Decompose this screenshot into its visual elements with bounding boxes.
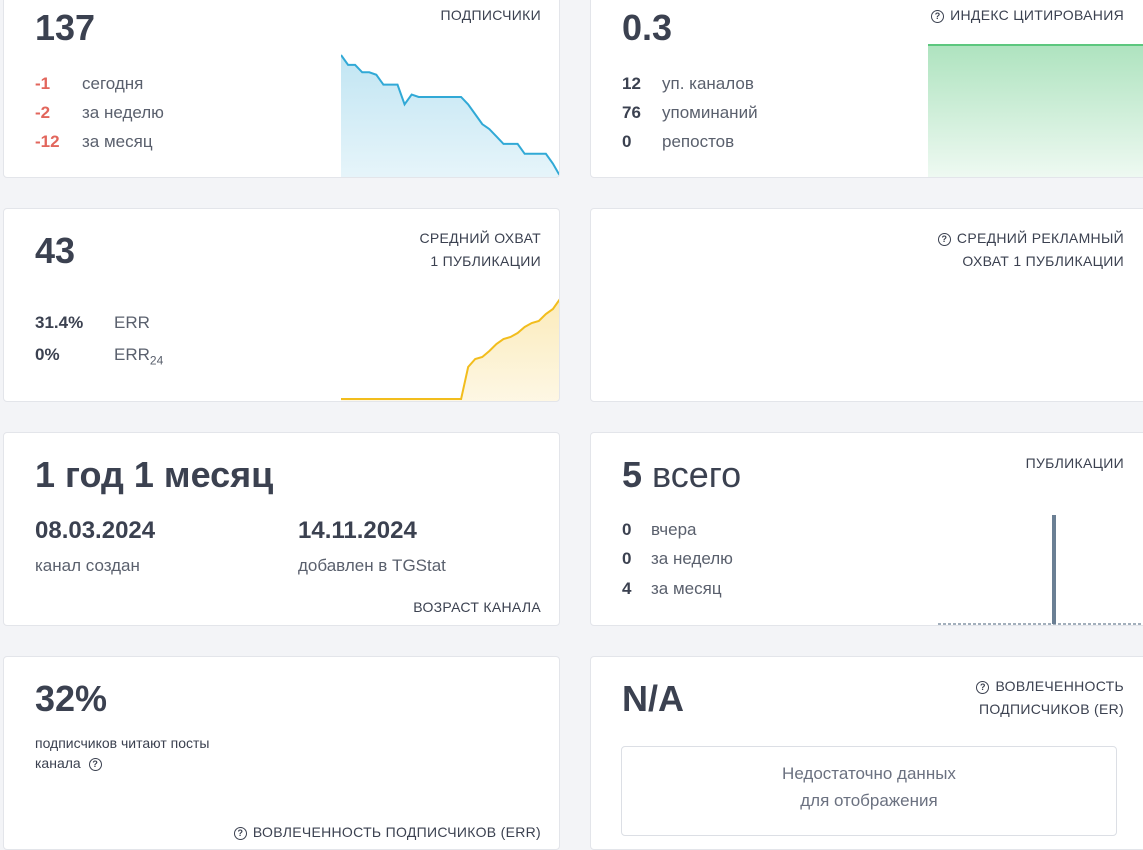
publications-bar bbox=[1052, 515, 1056, 624]
channel-age-card[interactable]: 1 год 1 месяц 08.03.2024 канал создан 14… bbox=[3, 432, 560, 626]
publications-value: 5 всего bbox=[622, 454, 742, 495]
citation-mentions: 76 упоминаний bbox=[622, 103, 758, 122]
channel-created-date: 08.03.2024 bbox=[35, 517, 156, 544]
citation-reposts: 0 репостов bbox=[622, 132, 735, 151]
channel-added-date: 14.11.2024 bbox=[298, 517, 417, 544]
publications-chart bbox=[938, 515, 1143, 625]
publications-month: 4 за месяц bbox=[622, 579, 722, 598]
citation-index-chart bbox=[928, 44, 1143, 177]
subscribers-today: -1 сегодня bbox=[35, 74, 144, 93]
no-data-message: Недостаточно данных для отображения bbox=[621, 746, 1117, 836]
subscribers-value: 137 bbox=[35, 7, 96, 48]
subscribers-week: -2 за неделю bbox=[35, 103, 164, 122]
help-icon[interactable]: ? bbox=[88, 758, 102, 771]
help-icon[interactable]: ? bbox=[976, 681, 990, 694]
average-reach-card[interactable]: 43 СРЕДНИЙ ОХВАТ 1 ПУБЛИКАЦИИ 31.4% ERR 0… bbox=[3, 208, 560, 402]
citation-index-area bbox=[928, 44, 1143, 177]
channel-created-label: канал создан bbox=[35, 556, 140, 575]
average-reach-value: 43 bbox=[35, 230, 76, 271]
citation-index-label: ? ИНДЕКС ЦИТИРОВАНИЯ bbox=[931, 4, 1124, 27]
ad-reach-label: ? СРЕДНИЙ РЕКЛАМНЫЙ ОХВАТ 1 ПУБЛИКАЦИИ bbox=[937, 227, 1124, 273]
err-engagement-value: 32% bbox=[35, 678, 108, 719]
subscribers-label: ПОДПИСЧИКИ bbox=[440, 7, 541, 23]
publications-week: 0 за неделю bbox=[622, 549, 733, 568]
citation-channels: 12 уп. каналов bbox=[622, 74, 754, 93]
subscribers-card[interactable]: 137 ПОДПИСЧИКИ -1 сегодня -2 за неделю -12… bbox=[3, 0, 560, 178]
err-row: 31.4% ERR bbox=[35, 313, 150, 332]
er-engagement-label: ? ВОВЛЕЧЕННОСТЬ ПОДПИСЧИКОВ (ER) bbox=[976, 675, 1124, 721]
channel-added-label: добавлен в TGStat bbox=[298, 556, 446, 575]
average-reach-label: СРЕДНИЙ ОХВАТ 1 ПУБЛИКАЦИИ bbox=[419, 230, 541, 269]
average-reach-trend-chart bbox=[341, 298, 559, 401]
publications-yesterday: 0 вчера bbox=[622, 520, 697, 539]
subscribers-month: -12 за месяц bbox=[35, 132, 153, 151]
err-engagement-card[interactable]: 32% подписчиков читают посты канала ? ? В… bbox=[3, 656, 560, 850]
channel-age-label: ВОЗРАСТ КАНАЛА bbox=[413, 599, 541, 615]
subscribers-trend-chart bbox=[341, 54, 559, 177]
ad-reach-card[interactable]: ? СРЕДНИЙ РЕКЛАМНЫЙ ОХВАТ 1 ПУБЛИКАЦИИ bbox=[590, 208, 1143, 402]
help-icon[interactable]: ? bbox=[937, 233, 951, 246]
err-engagement-label: ? ВОВЛЕЧЕННОСТЬ ПОДПИСЧИКОВ (ERR) bbox=[233, 821, 541, 844]
citation-index-card[interactable]: 0.3 ? ИНДЕКС ЦИТИРОВАНИЯ 12 уп. каналов 76… bbox=[590, 0, 1143, 178]
reach-trend-area bbox=[341, 300, 559, 401]
channel-age-value: 1 год 1 месяц bbox=[35, 454, 274, 495]
err24-row: 0% ERR24 bbox=[35, 345, 164, 368]
help-icon[interactable]: ? bbox=[931, 10, 945, 23]
help-icon[interactable]: ? bbox=[233, 827, 247, 840]
er-engagement-card[interactable]: N/A ? ВОВЛЕЧЕННОСТЬ ПОДПИСЧИКОВ (ER) Недо… bbox=[590, 656, 1143, 850]
citation-index-value: 0.3 bbox=[622, 7, 673, 48]
err-engagement-description: подписчиков читают посты канала ? bbox=[35, 735, 210, 771]
publications-label: ПУБЛИКАЦИИ bbox=[1025, 455, 1124, 471]
publications-card[interactable]: 5 всего ПУБЛИКАЦИИ 0 вчера 0 за неделю 4 за… bbox=[590, 432, 1143, 626]
er-engagement-value: N/A bbox=[622, 678, 684, 719]
